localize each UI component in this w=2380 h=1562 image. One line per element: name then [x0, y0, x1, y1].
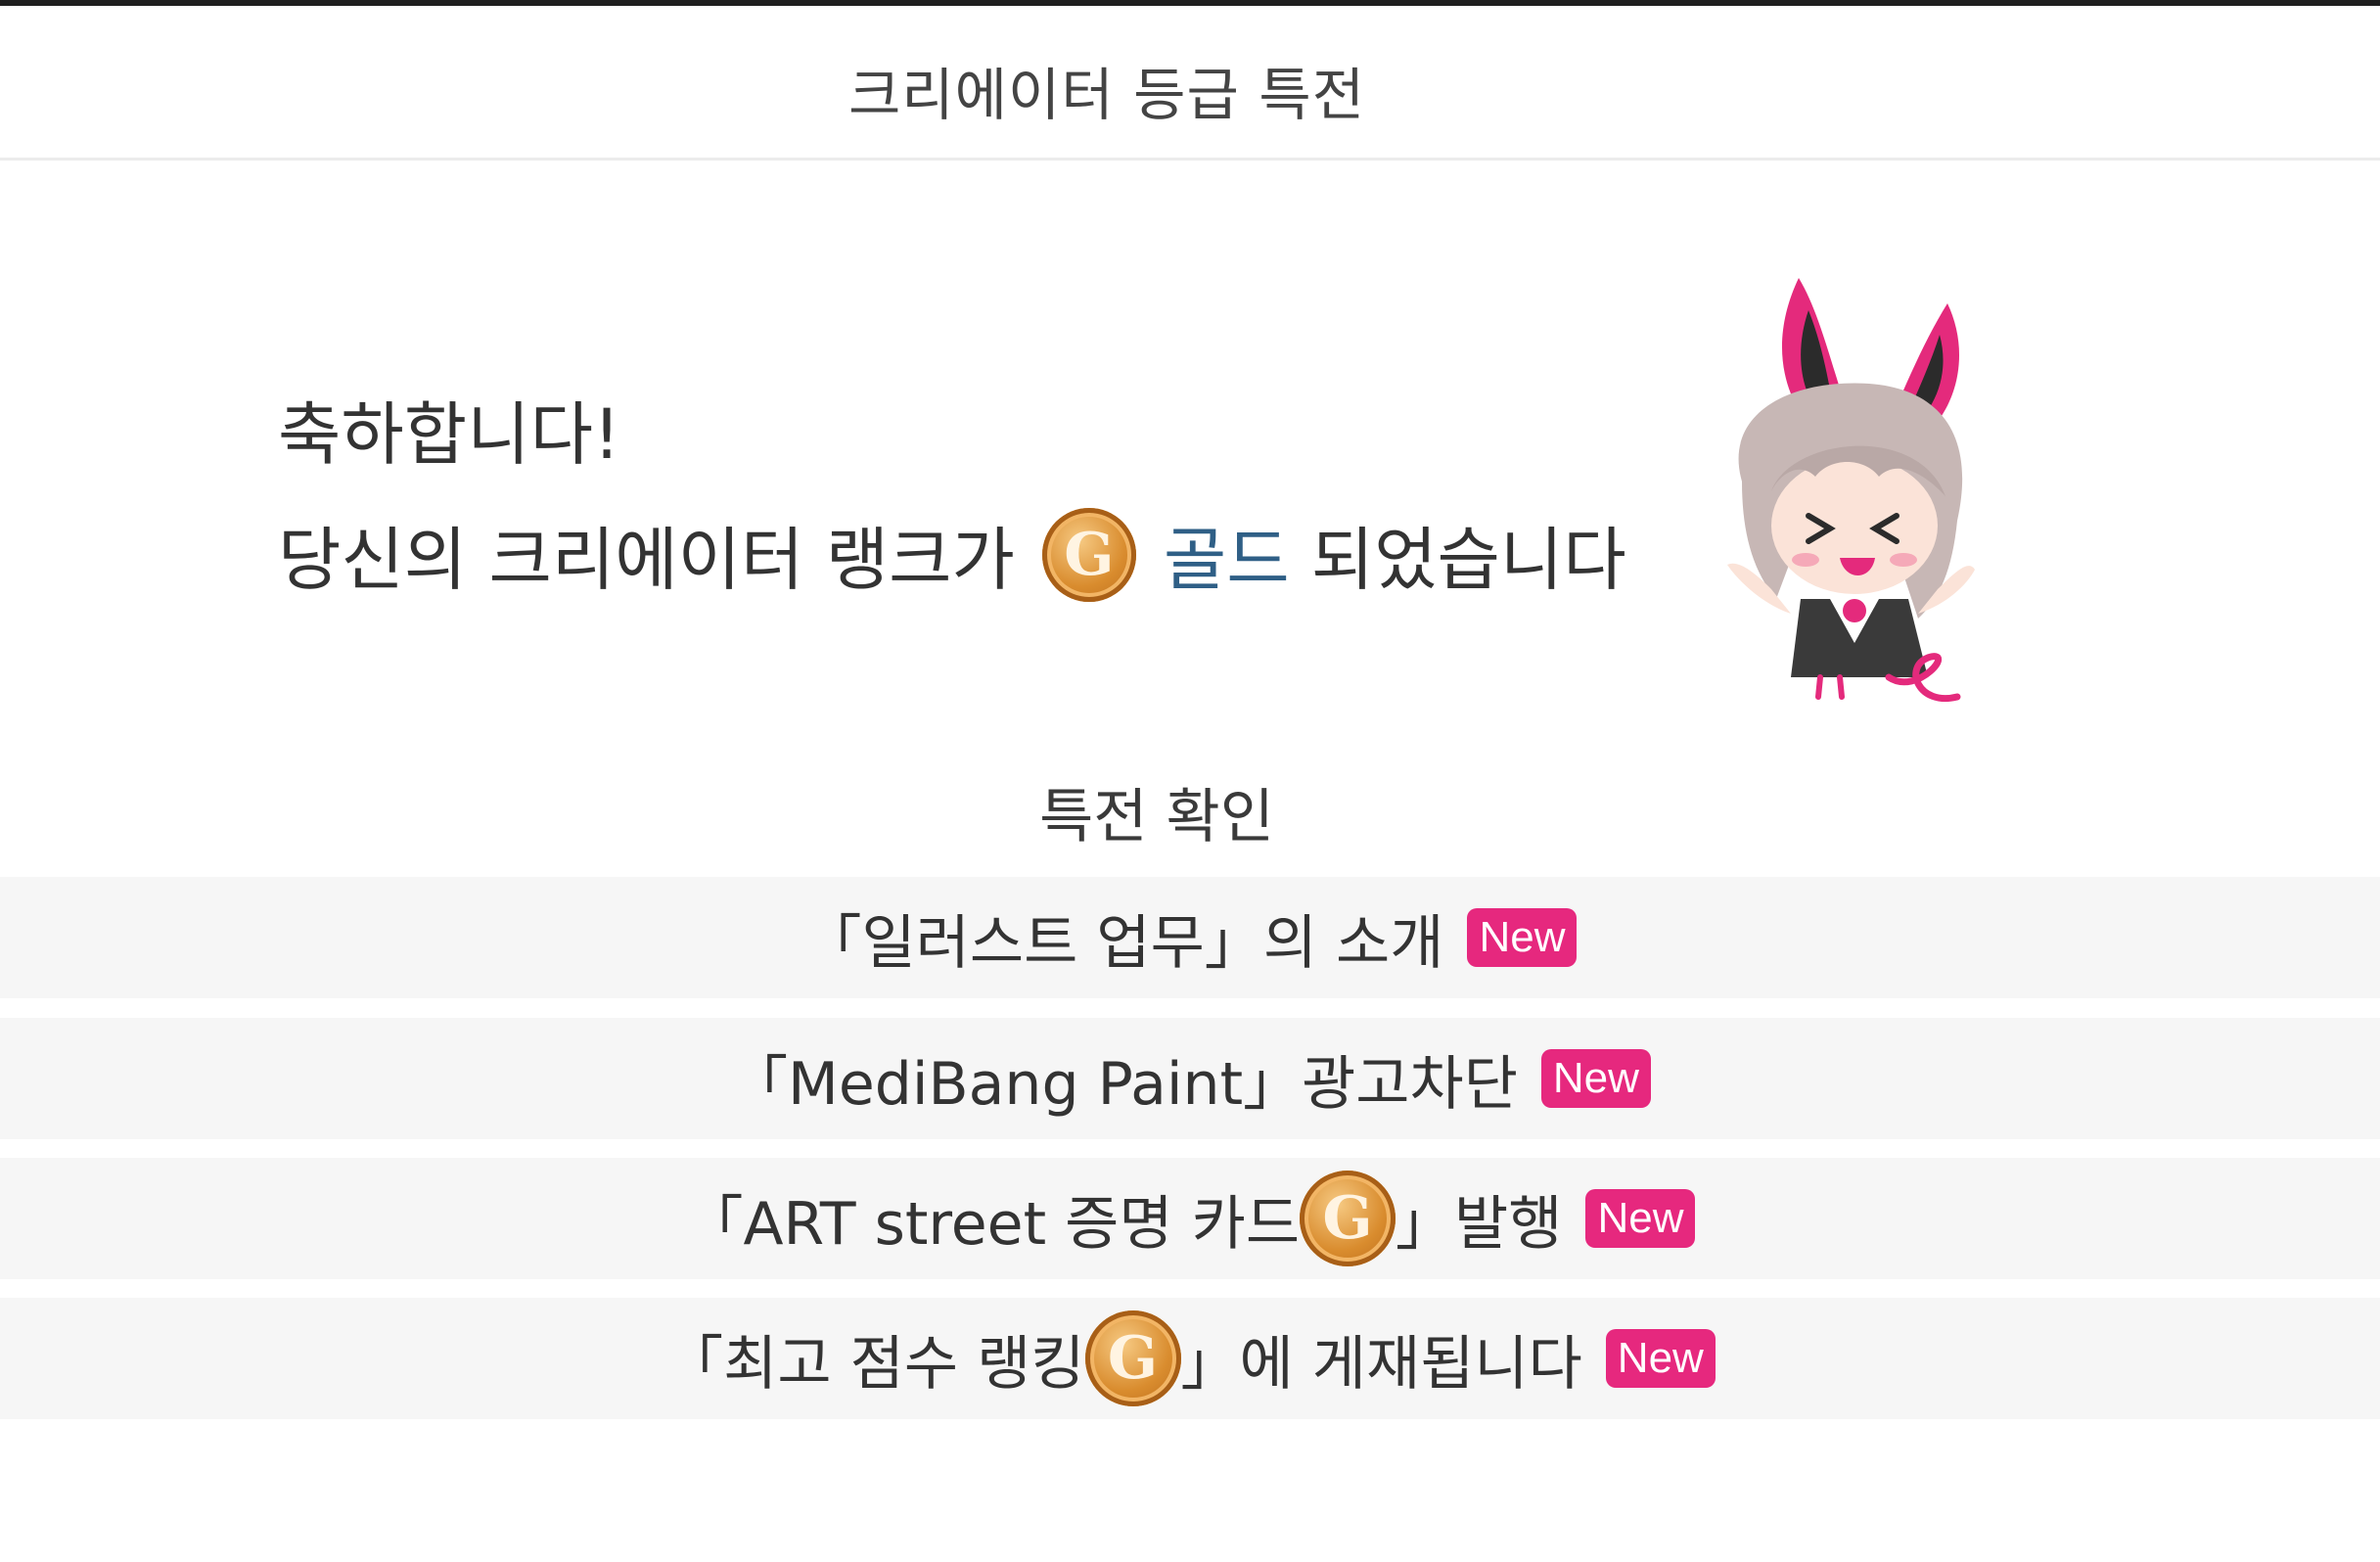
page-title: 크리에이터 등급 특전	[0, 49, 2380, 131]
perk-row-illustration-work[interactable]: 「일러스트 업무」의 소개 New	[0, 877, 2380, 998]
rank-name: 골드	[1163, 520, 1290, 600]
perk-label-suffix: 」발행	[1396, 1189, 1563, 1259]
page-title-text: 크리에이터 등급 특전	[847, 62, 1366, 128]
mascot-legs	[1815, 674, 1845, 700]
mascot-blush-left	[1792, 553, 1819, 567]
gold-coin-icon: G	[1041, 507, 1136, 602]
perks-section-title-text: 특전 확인	[1039, 783, 1274, 851]
rank-message-prefix: 당신의 크리에이터 랭크가	[278, 520, 1015, 600]
new-badge: New	[1605, 1329, 1716, 1388]
perk-row-id-card[interactable]: 「ART street 증명 카드 G 」발행 New	[0, 1158, 2380, 1279]
mascot-character	[1727, 278, 1975, 703]
new-badge: New	[1585, 1189, 1696, 1248]
congrats-heading: 축하합니다!	[278, 380, 620, 479]
header-bar: 크리에이터 등급 특전	[0, 6, 2380, 161]
perk-label: 「ART street 증명 카드	[684, 1189, 1301, 1259]
perk-label-suffix: 」에 게재됩니다	[1180, 1329, 1582, 1399]
perk-label: 「일러스트 업무」의 소개	[802, 908, 1444, 978]
gold-coin-icon: G	[1084, 1310, 1181, 1406]
new-badge: New	[1540, 1049, 1651, 1108]
perk-row-ad-block[interactable]: 「MediBang Paint」광고차단 New	[0, 1018, 2380, 1139]
congrats-text: 축하합니다!	[278, 394, 621, 475]
rank-message: 당신의 크리에이터 랭크가 G 골드 되었습니다	[278, 505, 1626, 604]
perk-row-top-score-ranking[interactable]: 「최고 점수 랭킹 G 」에 게재됩니다 New	[0, 1298, 2380, 1419]
mascot-bow	[1843, 599, 1866, 622]
rank-message-suffix: 되었습니다	[1310, 520, 1626, 600]
mascot-blush-right	[1890, 553, 1917, 567]
perk-label: 「최고 점수 랭킹	[664, 1329, 1085, 1399]
creator-rank-page: 크리에이터 등급 특전 축하합니다! 당신의 크리에이터 랭크가 G 골드 되었…	[0, 0, 2380, 1562]
perk-label: 「MediBang Paint」광고차단	[729, 1049, 1518, 1119]
perks-section-title: 특전 확인	[0, 769, 2380, 854]
gold-coin-icon: G	[1300, 1171, 1396, 1266]
new-badge: New	[1467, 908, 1578, 967]
